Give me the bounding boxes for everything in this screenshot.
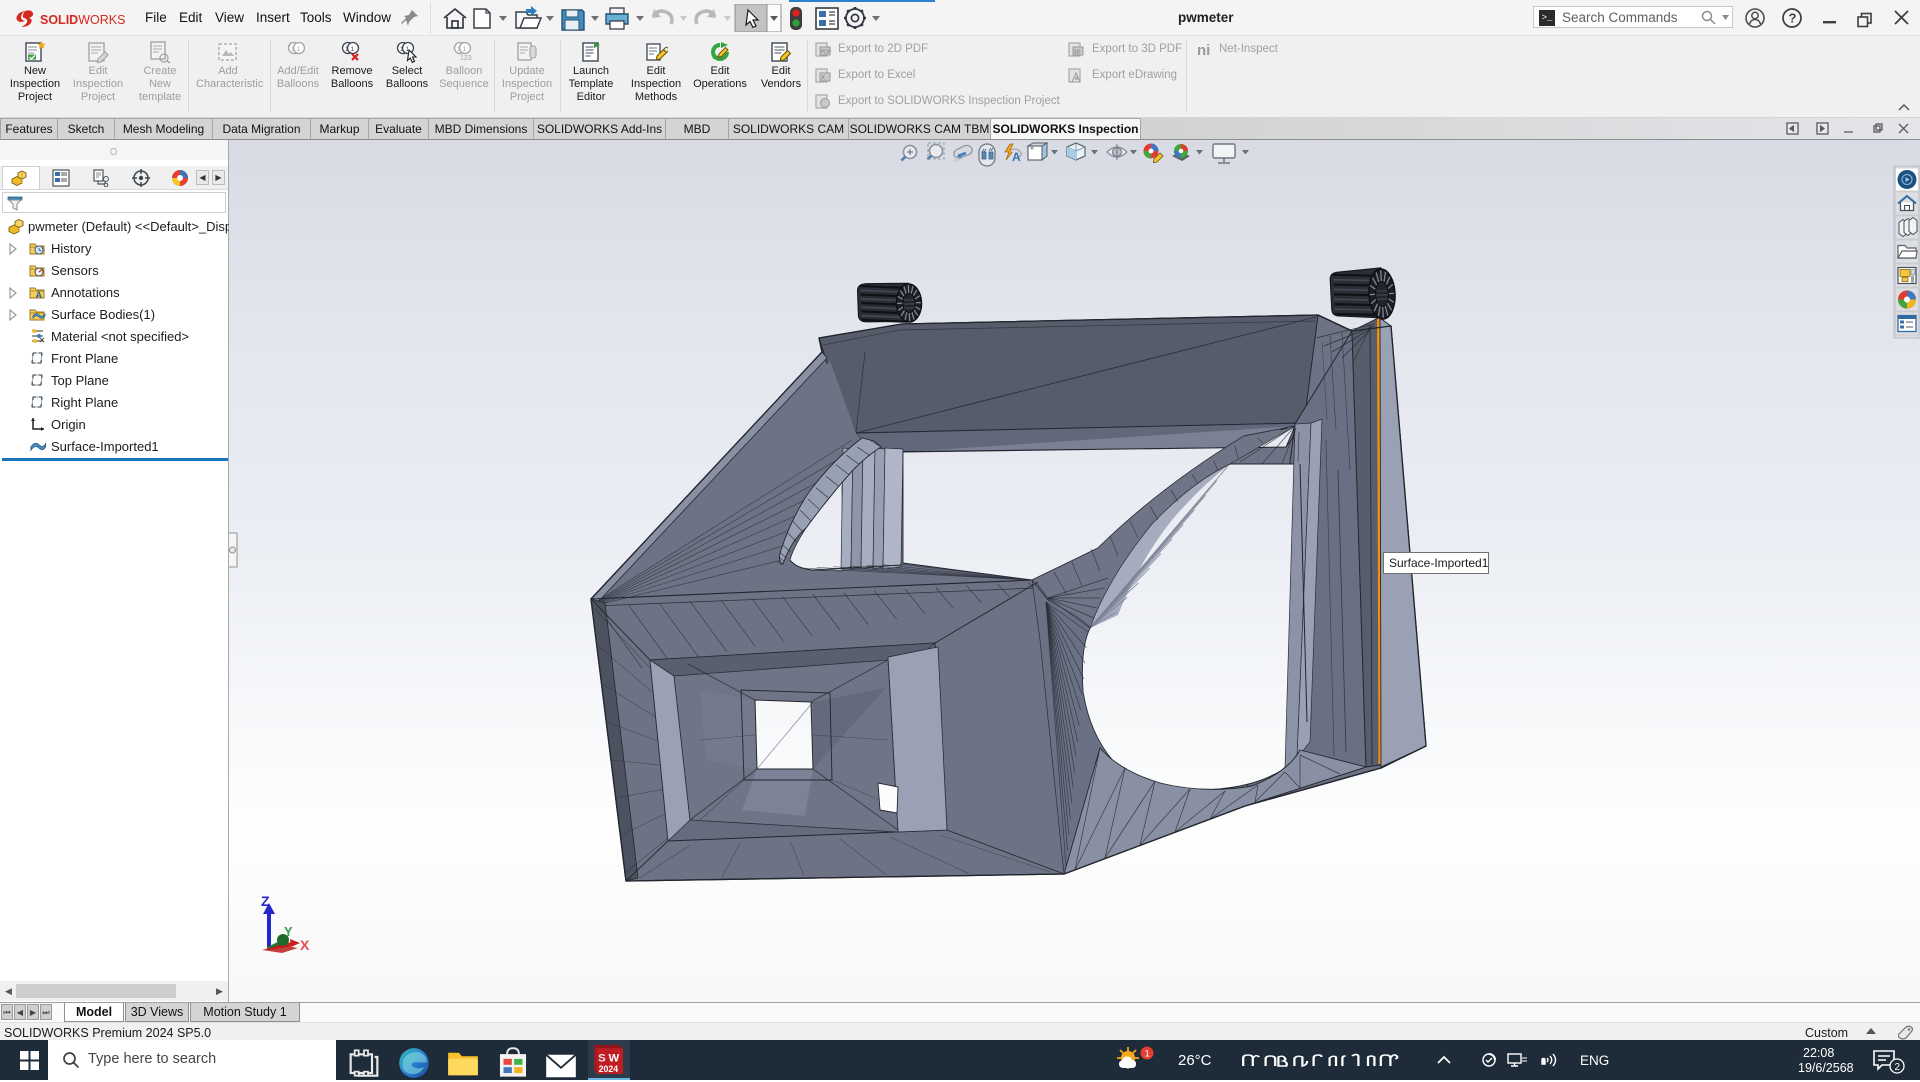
svg-text:3D: 3D	[1074, 50, 1081, 56]
svg-text:X: X	[300, 937, 310, 953]
svg-text:2: 2	[1895, 1062, 1901, 1073]
svg-text:A: A	[36, 290, 43, 300]
svg-text:X: X	[821, 76, 825, 82]
svg-text:Y: Y	[284, 924, 293, 939]
svg-text:1: 1	[457, 46, 461, 53]
svg-text:Z: Z	[261, 893, 270, 909]
svg-text:1: 1	[345, 46, 349, 53]
svg-text:1: 1	[400, 46, 404, 53]
svg-text:S: S	[598, 1053, 606, 1065]
svg-text:Surface-Imported1: Surface-Imported1	[1389, 556, 1489, 570]
svg-text:SOLIDWORKS: SOLIDWORKS	[40, 13, 125, 27]
svg-text:1: 1	[1145, 1049, 1150, 1060]
svg-text:A: A	[1012, 150, 1021, 164]
svg-text:?: ?	[1789, 11, 1797, 26]
svg-text:1: 1	[291, 46, 295, 53]
svg-text:PDF: PDF	[821, 50, 833, 56]
svg-text:1: 1	[297, 46, 301, 53]
svg-text:W: W	[608, 1053, 619, 1065]
svg-text:1: 1	[351, 46, 355, 53]
svg-text:123: 123	[460, 55, 472, 62]
svg-text:2024: 2024	[599, 1064, 619, 1074]
svg-text:1: 1	[463, 46, 467, 53]
